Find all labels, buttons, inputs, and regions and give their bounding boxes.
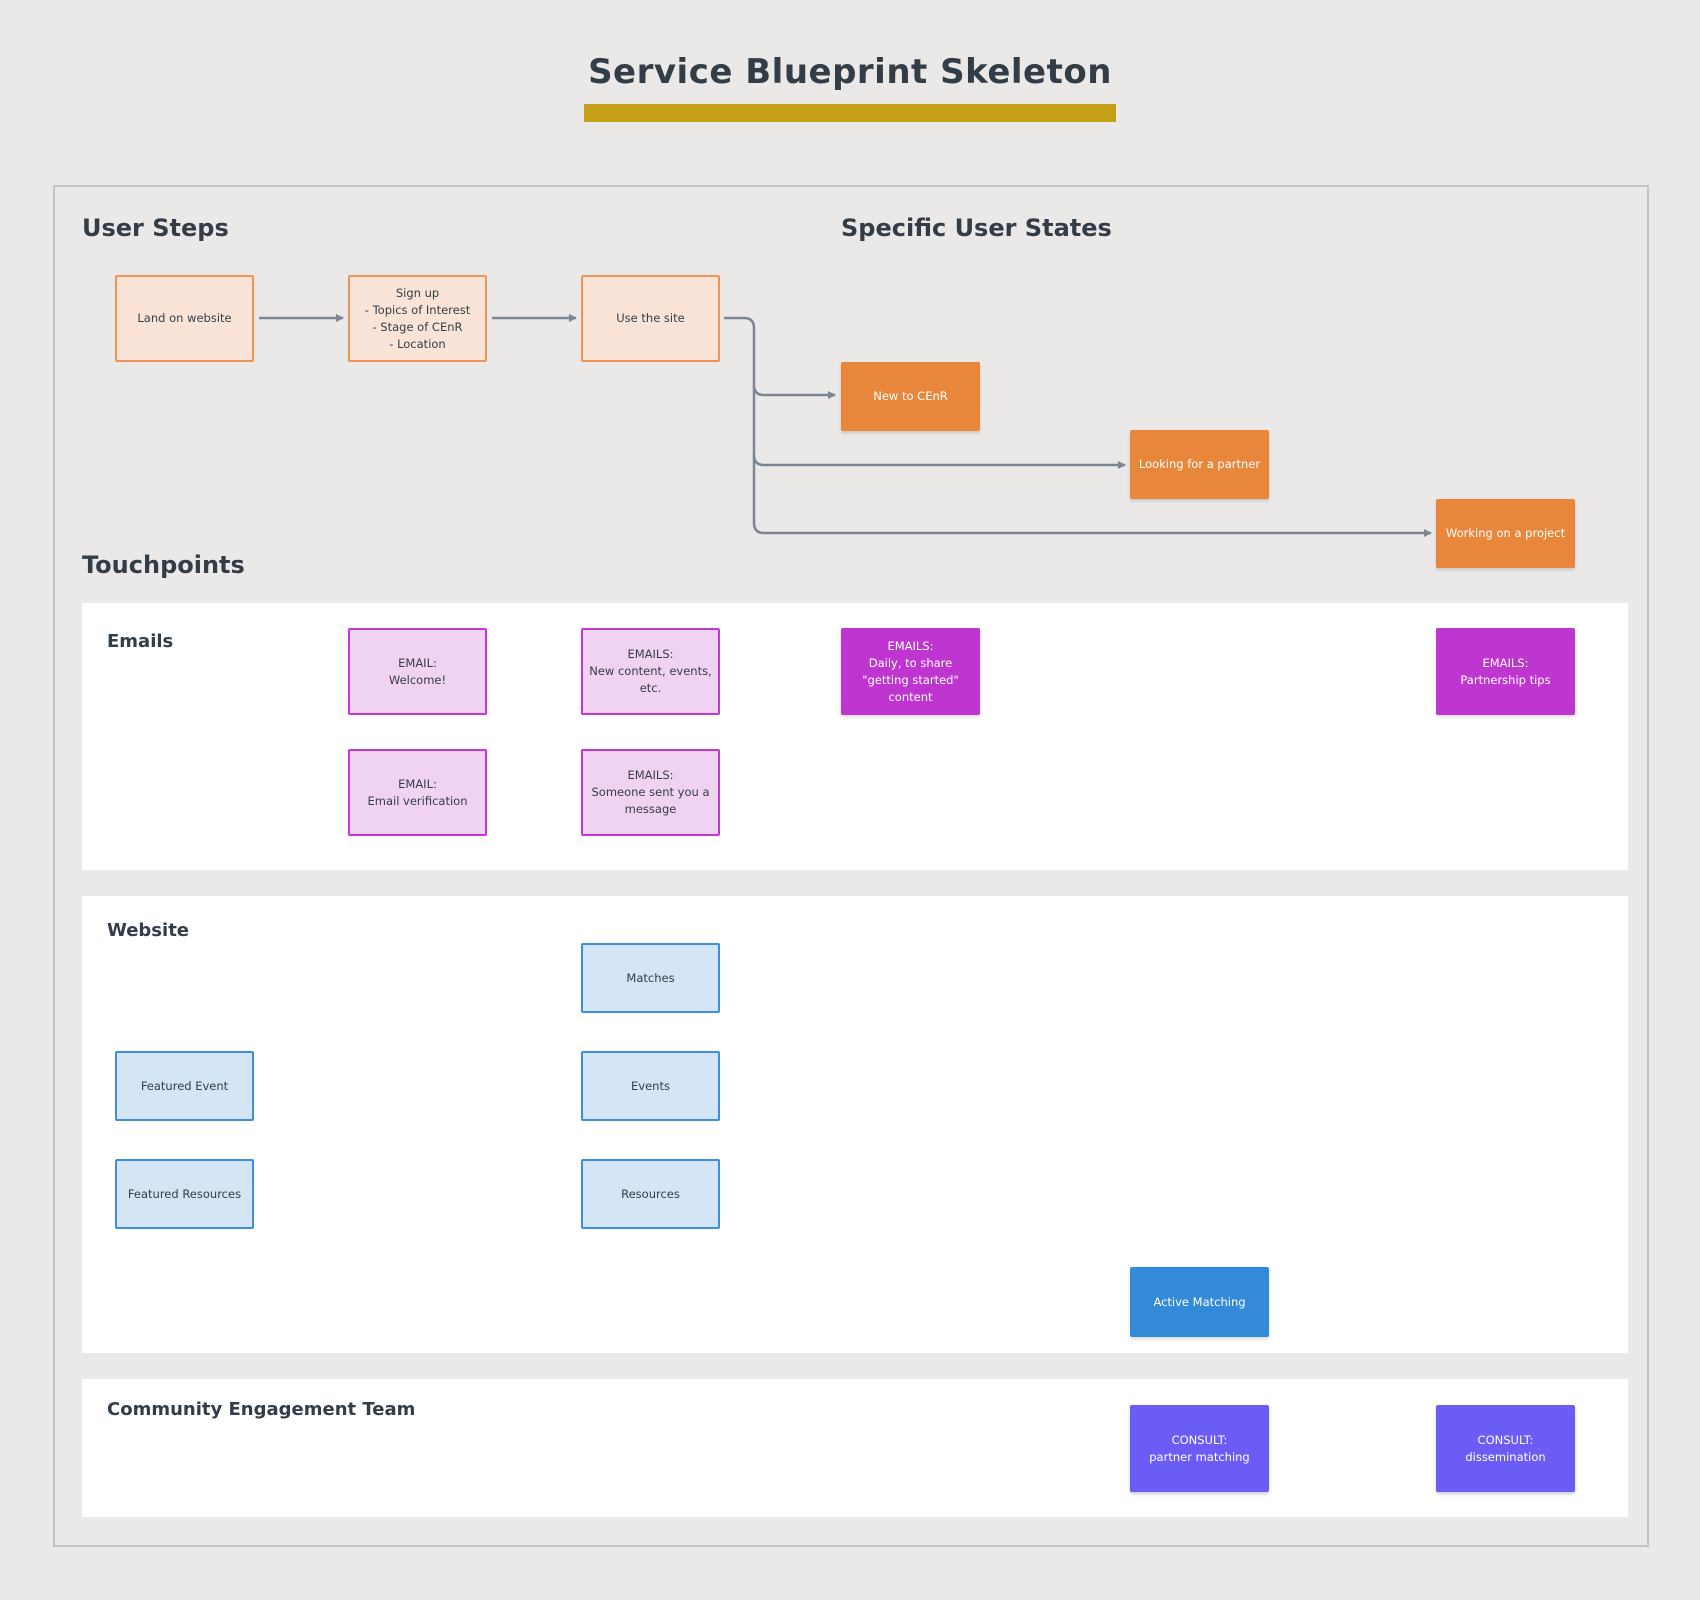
web-resources[interactable]: Resources xyxy=(581,1159,720,1229)
email-someone-sent-message[interactable]: EMAILS: Someone sent you a message xyxy=(581,749,720,836)
email-new-content[interactable]: EMAILS: New content, events, etc. xyxy=(581,628,720,715)
page-title: Service Blueprint Skeleton xyxy=(588,52,1112,92)
email-welcome[interactable]: EMAIL: Welcome! xyxy=(348,628,487,715)
web-events[interactable]: Events xyxy=(581,1051,720,1121)
lane-emails-label: Emails xyxy=(107,631,174,652)
web-featured-event[interactable]: Featured Event xyxy=(115,1051,254,1121)
user-steps-heading: User Steps xyxy=(82,214,229,242)
step-sign-up[interactable]: Sign up - Topics of Interest - Stage of … xyxy=(348,275,487,362)
state-new-to-cenr[interactable]: New to CEnR xyxy=(841,362,980,431)
touchpoints-heading: Touchpoints xyxy=(82,551,245,579)
email-verification[interactable]: EMAIL: Email verification xyxy=(348,749,487,836)
title-underline xyxy=(584,104,1116,122)
lane-community-engagement-team-label: Community Engagement Team xyxy=(107,1399,416,1420)
step-use-the-site[interactable]: Use the site xyxy=(581,275,720,362)
step-land-on-website[interactable]: Land on website xyxy=(115,275,254,362)
state-looking-for-partner[interactable]: Looking for a partner xyxy=(1130,430,1269,499)
web-featured-resources[interactable]: Featured Resources xyxy=(115,1159,254,1229)
consult-partner-matching[interactable]: CONSULT: partner matching xyxy=(1130,1405,1269,1492)
email-daily-getting-started[interactable]: EMAILS: Daily, to share "getting started… xyxy=(841,628,980,715)
specific-user-states-heading: Specific User States xyxy=(841,214,1112,242)
web-matches[interactable]: Matches xyxy=(581,943,720,1013)
email-partnership-tips[interactable]: EMAILS: Partnership tips xyxy=(1436,628,1575,715)
consult-dissemination[interactable]: CONSULT: dissemination xyxy=(1436,1405,1575,1492)
lane-community-engagement-team: Community Engagement Team xyxy=(82,1379,1628,1517)
state-working-on-project[interactable]: Working on a project xyxy=(1436,499,1575,568)
lane-website: Website xyxy=(82,896,1628,1353)
web-active-matching[interactable]: Active Matching xyxy=(1130,1267,1269,1337)
lane-website-label: Website xyxy=(107,920,190,941)
